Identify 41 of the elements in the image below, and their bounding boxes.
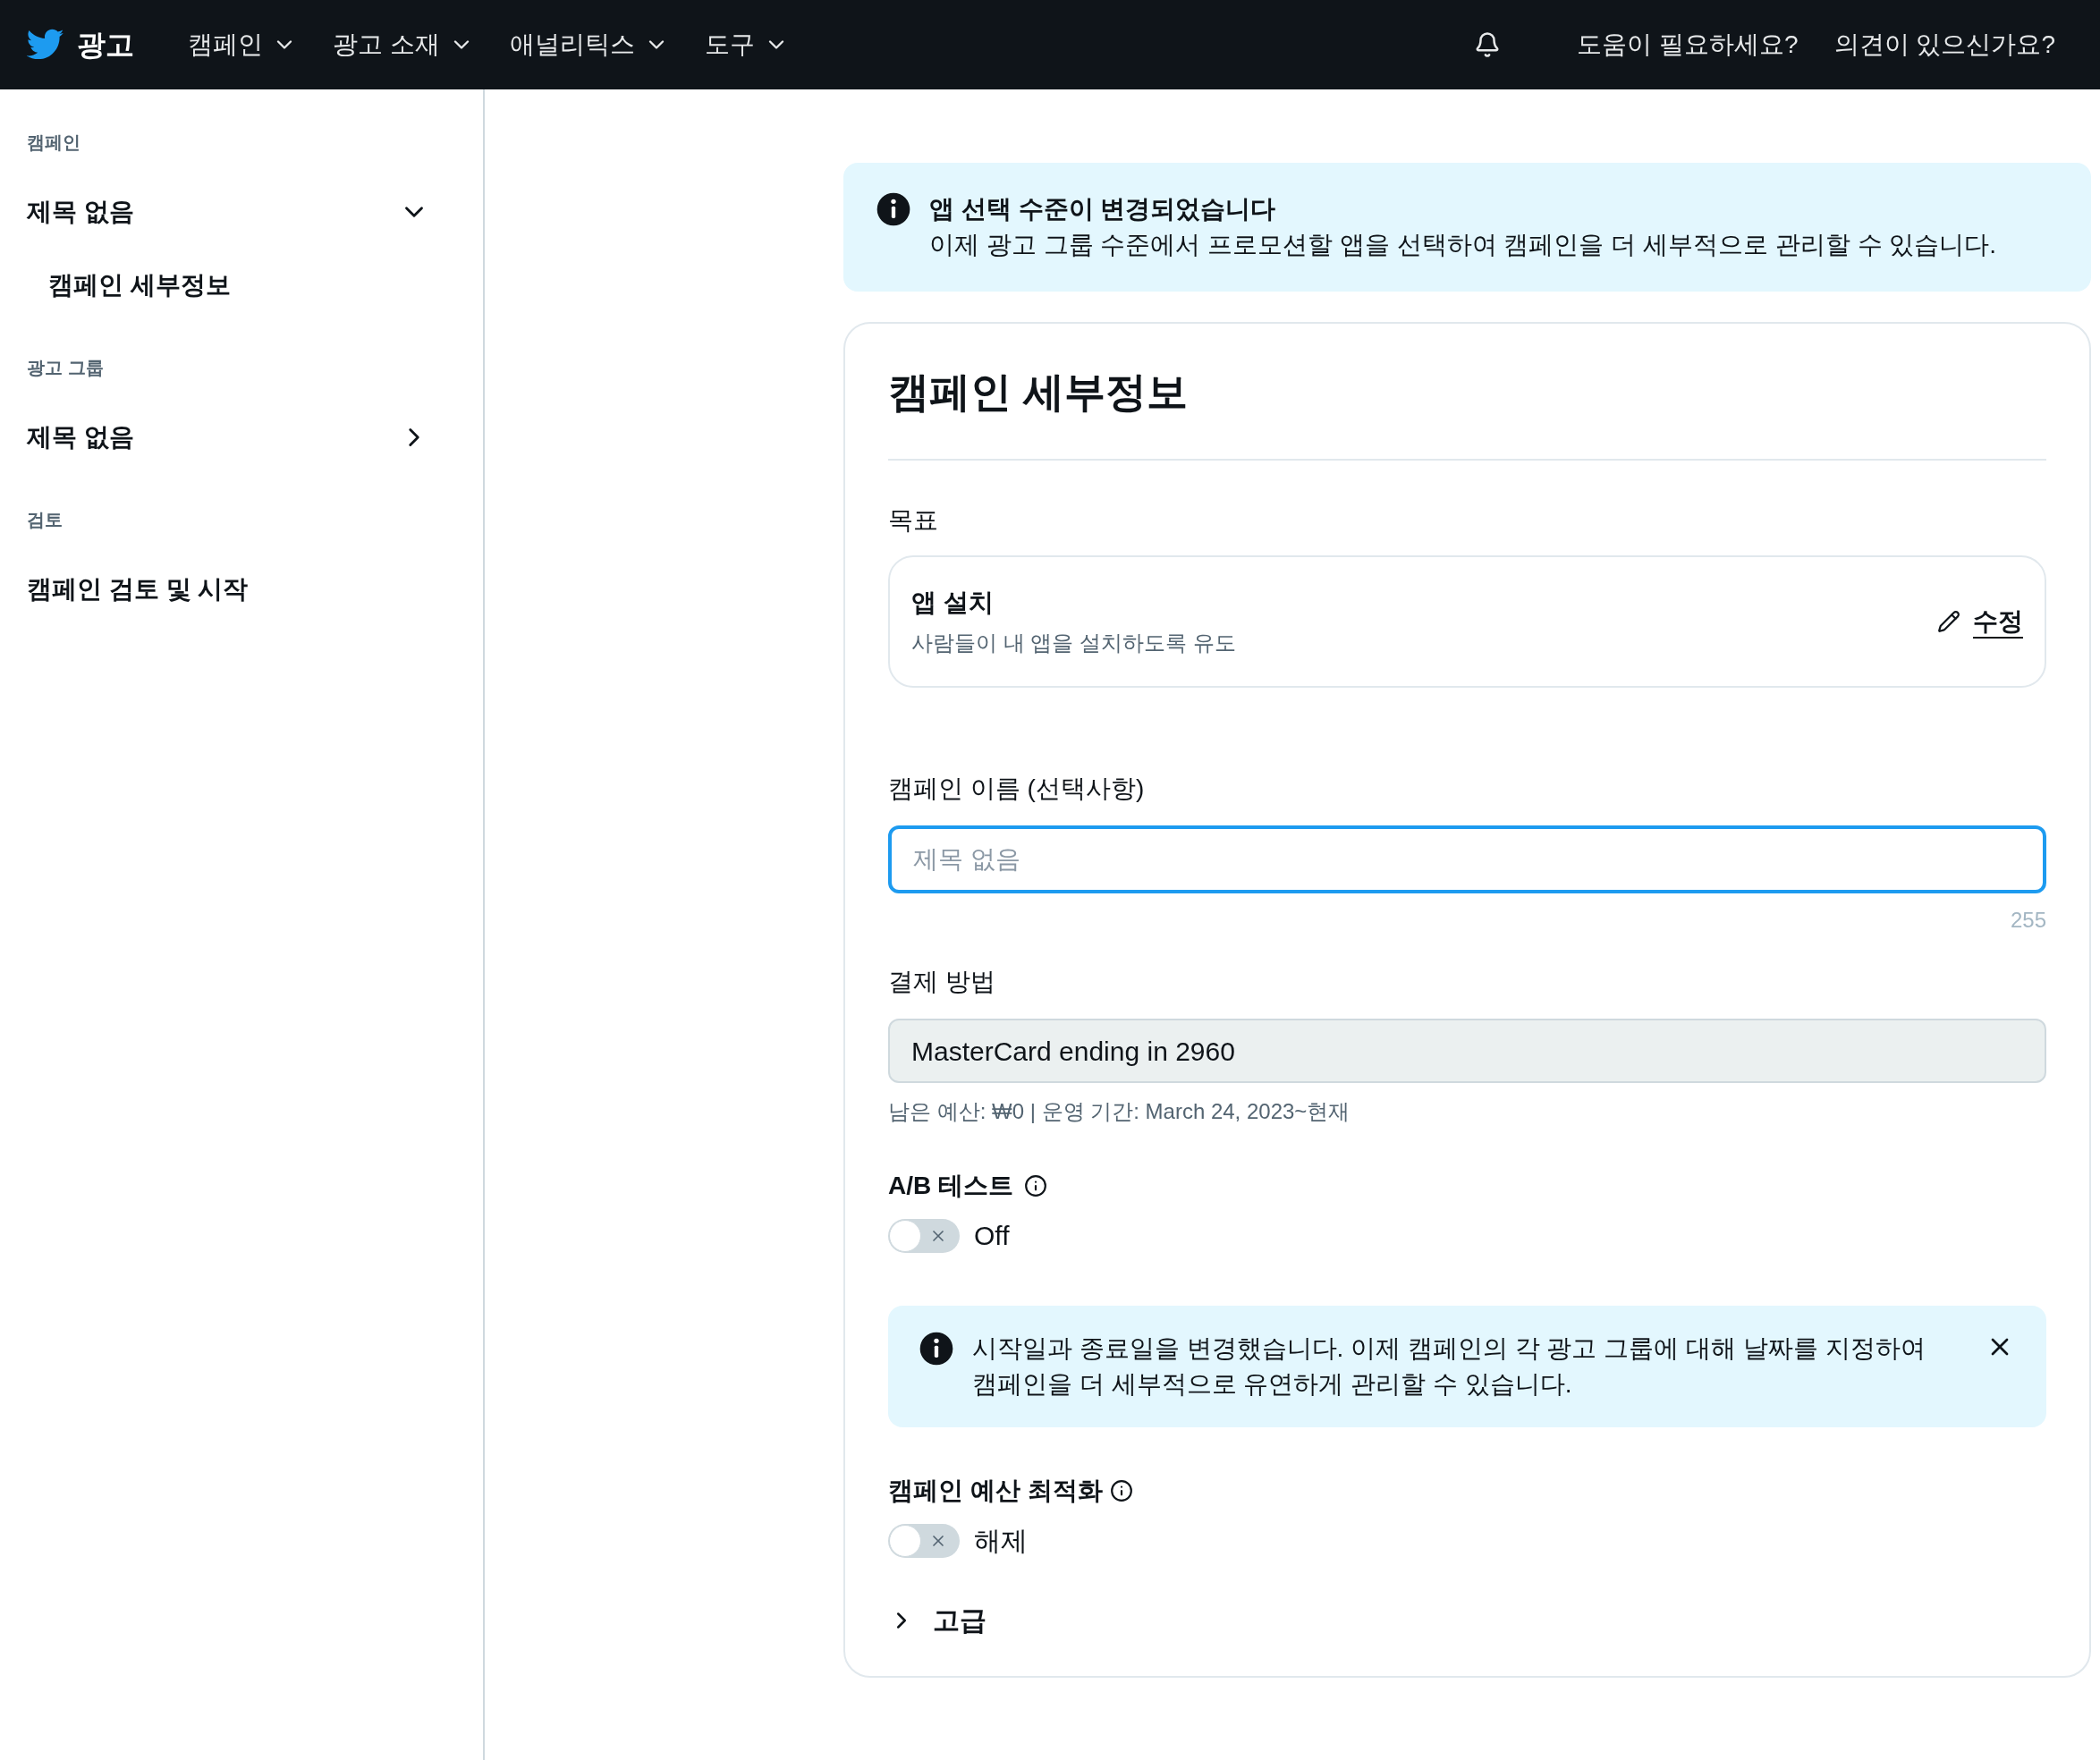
- field-label: A/B 테스트: [888, 1171, 1013, 1201]
- section-heading: 광고 그룹: [27, 357, 105, 379]
- edit-button[interactable]: 수정: [1937, 603, 2023, 640]
- nav-menu[interactable]: 애널리틱스: [491, 18, 687, 72]
- nav-link[interactable]: 도움이 필요하세요?: [1559, 26, 1816, 63]
- input-field[interactable]: 제목 없음: [888, 825, 2046, 893]
- nav-menu[interactable]: 도구: [686, 18, 807, 72]
- info-icon: [876, 191, 911, 227]
- toggle-label: Off: [974, 1220, 1010, 1252]
- nav-menu[interactable]: 광고 소재: [315, 18, 492, 72]
- sidebar-item[interactable]: 제목 없음: [27, 419, 456, 456]
- banner-title: 앱 선택 수준이 변경되었습니다: [929, 194, 1277, 224]
- field-label: 결제 방법: [888, 967, 996, 997]
- objective-name: 앱 설치: [911, 588, 995, 618]
- info-icon: [1109, 1479, 1133, 1502]
- banner-text: 이제 광고 그룹 수준에서 프로모션할 앱을 선택하여 캠페인을 더 세부적으로 관리할 수 있습니다.: [929, 230, 1997, 260]
- section-heading: 검토: [27, 509, 64, 531]
- sidebar-item[interactable]: 제목 없음: [27, 193, 456, 231]
- sidebar-subitem[interactable]: 캠페인 세부정보: [27, 267, 456, 304]
- nav-link[interactable]: 의견이 있으신가요?: [1816, 26, 2073, 63]
- character-counter: 255: [2010, 907, 2046, 934]
- info-icon: [1024, 1174, 1047, 1197]
- advanced-toggle[interactable]: 고급: [888, 1600, 2046, 1640]
- nav-menu[interactable]: 캠페인: [170, 18, 315, 72]
- pencil-icon: [1937, 610, 1960, 633]
- card-title: 캠페인 세부정보: [888, 361, 2046, 461]
- field-label: 캠페인 이름 (선택사항): [888, 774, 1146, 804]
- notice-text: 시작일과 종료일을 변경했습니다. 이제 캠페인의 각 광고 그룹에 대해 날짜를 지정하여 캠페인을 더 세부적으로 유연하게 관리할 수 있습니다.: [972, 1333, 1926, 1400]
- toggle-switch[interactable]: [888, 1523, 960, 1558]
- brand-name: 광고: [77, 28, 134, 63]
- payment-note: 남은 예산: ₩0 | 운영 기간: March 24, 2023~현재: [888, 1098, 1351, 1125]
- payment-field: MasterCard ending in 2960: [888, 1019, 2046, 1083]
- bird-logo-icon: [27, 29, 64, 61]
- info-icon: [919, 1331, 954, 1367]
- field-label: 목표: [888, 505, 939, 536]
- section-heading: 캠페인: [27, 131, 81, 154]
- toggle-switch[interactable]: [888, 1218, 960, 1253]
- toggle-label: 해제: [974, 1525, 1028, 1557]
- field-label: 캠페인 예산 최적화: [888, 1476, 1103, 1506]
- objective-description: 사람들이 내 앱을 설치하도록 유도: [911, 630, 1236, 656]
- sidebar-item[interactable]: 캠페인 검토 및 시작: [27, 571, 456, 608]
